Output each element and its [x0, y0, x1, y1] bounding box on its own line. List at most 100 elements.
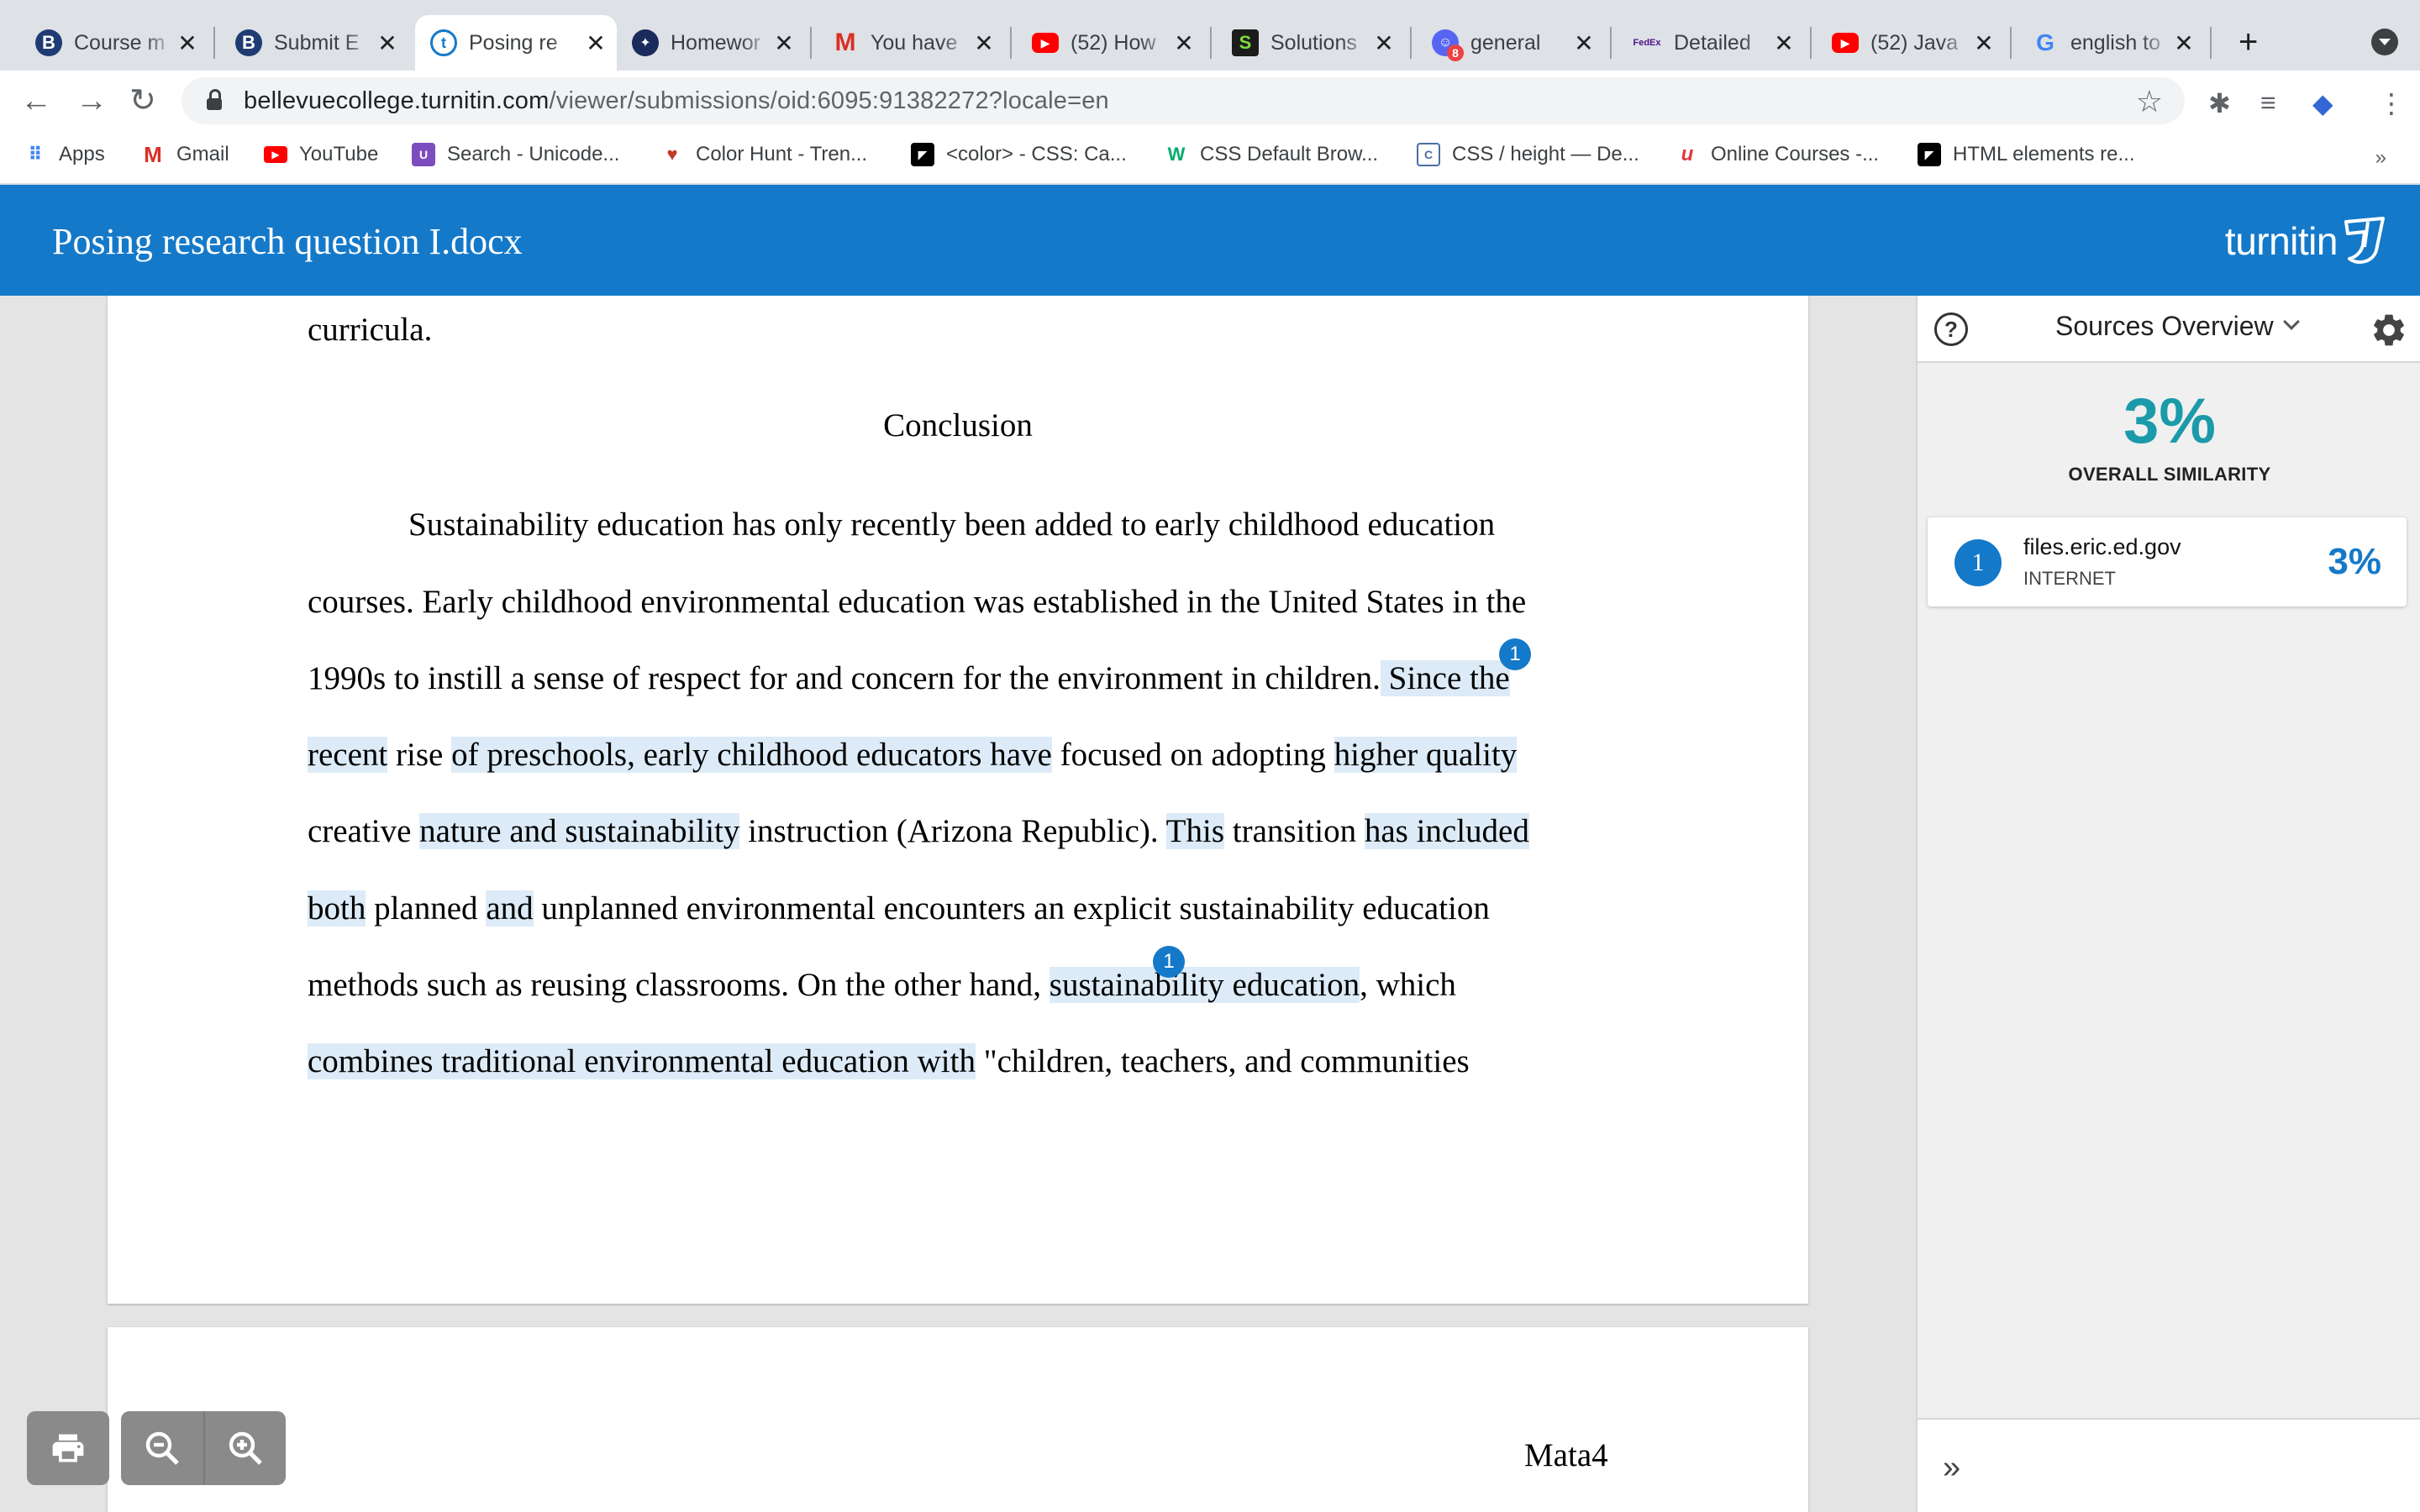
bookmark-label: Color Hunt - Tren... — [696, 143, 868, 165]
extensions-puzzle-icon[interactable]: ✱ — [2208, 87, 2231, 119]
browser-tab[interactable]: G english to ✕ — [2017, 15, 2205, 71]
close-icon[interactable]: ✕ — [971, 29, 997, 57]
gmail-icon: M — [834, 29, 856, 56]
browser-tab-active[interactable]: t Posing re ✕ — [415, 15, 617, 71]
match-highlight[interactable]: and — [486, 890, 534, 927]
printer-icon — [52, 1434, 84, 1462]
browser-tab[interactable]: B Submit E ✕ — [220, 15, 408, 71]
browser-tab[interactable]: S Solutions ✕ — [1217, 15, 1405, 71]
tab-separator — [1610, 27, 1612, 59]
browser-tab[interactable]: M You have ✕ — [817, 15, 1005, 71]
close-icon[interactable]: ✕ — [1971, 29, 1996, 57]
text-line: both planned and unplanned environmental… — [308, 890, 1490, 927]
browser-tab[interactable]: ✦ Homewor ✕ — [617, 15, 805, 71]
text-span: rise — [387, 737, 452, 773]
match-highlight[interactable]: has included — [1364, 813, 1529, 849]
match-highlight[interactable]: This — [1165, 813, 1224, 849]
google-icon: G — [2036, 29, 2054, 55]
sidebar-footer: » — [1918, 1418, 2420, 1512]
match-highlight[interactable]: combines traditional environmental educa… — [308, 1043, 976, 1079]
forward-arrow-icon[interactable]: → — [76, 82, 108, 119]
print-button[interactable] — [27, 1411, 109, 1485]
text-line: Sustainability education has only recent… — [408, 507, 1496, 543]
text-span: focused on adopting — [1051, 737, 1334, 773]
text-line: curricula. — [308, 312, 433, 348]
youtube-icon: ▶ — [1832, 33, 1859, 53]
close-icon[interactable]: ✕ — [1371, 29, 1397, 57]
address-bar[interactable]: bellevuecollege.turnitin.com/viewer/subm… — [182, 77, 2185, 124]
match-highlight[interactable]: recent — [308, 737, 388, 773]
zoom-out-button[interactable] — [121, 1411, 203, 1485]
document-viewer[interactable]: curricula. Conclusion Sustainability edu… — [0, 296, 1916, 1512]
overall-similarity-label: OVERALL SIMILARITY — [2068, 464, 2271, 485]
close-icon[interactable]: ✕ — [375, 29, 400, 57]
help-icon[interactable]: ? — [1934, 312, 1968, 346]
bookmark-w3schools[interactable]: W CSS Default Brow... — [1165, 143, 1378, 166]
tab-title: Submit E — [274, 30, 360, 55]
browser-tab[interactable]: ▶ (52) Java ✕ — [1817, 15, 2005, 71]
discord-icon: ☺ 8 — [1432, 29, 1464, 61]
tab-search-icon[interactable] — [2371, 29, 2398, 55]
sources-overview-dropdown[interactable]: Sources Overview — [2055, 311, 2300, 342]
turnitin-logo: turnitin — [2225, 213, 2390, 269]
tab-separator — [810, 27, 812, 59]
browser-tab[interactable]: FedEx Detailed ✕ — [1617, 15, 1805, 71]
turnitin-logo-icon — [2344, 217, 2385, 265]
browser-tab[interactable]: ▶ (52) How ✕ — [1017, 15, 1205, 71]
bookmark-youtube[interactable]: ▶ YouTube — [264, 143, 378, 166]
bookmark-mdn-color[interactable]: ◤ <color> - CSS: Ca... — [911, 143, 1127, 166]
tab-title: Detailed — [1674, 30, 1751, 55]
media-queue-icon[interactable]: ≡ — [2260, 87, 2276, 118]
extension-pen-icon[interactable]: ◆ — [2312, 87, 2333, 119]
sidebar-header: ? Sources Overview — [1918, 296, 2420, 363]
expand-panel-icon[interactable]: » — [1943, 1450, 1960, 1486]
gear-icon[interactable] — [2370, 311, 2408, 349]
zoom-controls — [121, 1411, 286, 1485]
close-icon[interactable]: ✕ — [1771, 29, 1797, 57]
browser-tab-strip: B Course m ✕ B Submit E ✕ t Posing re ✕ … — [0, 0, 2420, 71]
close-icon[interactable]: ✕ — [175, 29, 200, 57]
close-icon[interactable]: ✕ — [2171, 29, 2196, 57]
source-type: INTERNET — [2023, 568, 2116, 589]
bookmark-apps[interactable]: ⠿ Apps — [24, 143, 104, 166]
bookmark-label: Online Courses -... — [1711, 143, 1880, 165]
bookmark-unicode[interactable]: U Search - Unicode... — [412, 143, 619, 166]
close-icon[interactable]: ✕ — [1171, 29, 1197, 57]
close-icon[interactable]: ✕ — [771, 29, 797, 57]
tab-separator — [1810, 27, 1812, 59]
match-highlight[interactable]: sustainability education — [1049, 967, 1360, 1003]
mdn-icon: ◤ — [1918, 143, 1941, 166]
source-card[interactable]: 1 files.eric.ed.gov INTERNET 3% — [1928, 517, 2407, 606]
browser-tab[interactable]: ☺ 8 general ✕ — [1417, 15, 1605, 71]
match-highlight[interactable]: of preschools, early childhood educators… — [451, 737, 1052, 773]
back-arrow-icon[interactable]: ← — [20, 82, 52, 119]
bookmark-udemy[interactable]: u Online Courses -... — [1676, 143, 1879, 166]
tab-title: english to — [2070, 30, 2161, 55]
bookmark-colorhunt[interactable]: ♥ Color Hunt - Tren... — [660, 143, 867, 166]
bookmark-css-height[interactable]: C CSS / height — De... — [1417, 143, 1639, 166]
bookmark-star-icon[interactable]: ☆ — [2136, 84, 2163, 119]
match-marker[interactable]: 1 — [1499, 638, 1531, 670]
zoom-in-button[interactable] — [203, 1411, 286, 1485]
bookmark-gmail[interactable]: M Gmail — [141, 142, 229, 167]
match-highlight[interactable]: higher quality — [1334, 737, 1518, 773]
text-span: 1990s to instill a sense of respect for … — [308, 660, 1381, 696]
match-marker[interactable]: 1 — [1153, 946, 1185, 978]
bookmarks-overflow-icon[interactable]: » — [2375, 146, 2386, 170]
apps-grid-icon: ⠿ — [28, 144, 43, 165]
close-icon[interactable]: ✕ — [583, 29, 608, 57]
match-highlight[interactable]: both — [308, 890, 366, 927]
section-heading: Conclusion — [883, 407, 1033, 444]
match-highlight[interactable]: nature and sustainability — [419, 813, 740, 849]
bookmark-mdn-html[interactable]: ◤ HTML elements re... — [1918, 143, 2135, 166]
text-line: creative nature and sustainability instr… — [308, 812, 1529, 850]
reload-icon[interactable]: ↻ — [129, 82, 156, 119]
text-line: recent rise of preschools, early childho… — [308, 736, 1518, 774]
close-icon[interactable]: ✕ — [1571, 29, 1597, 57]
browser-tab[interactable]: B Course m ✕ — [20, 15, 208, 71]
sources-sidebar: ? Sources Overview 3% OVERALL SIMILARITY… — [1916, 296, 2420, 1512]
text-span: planned — [366, 890, 487, 927]
new-tab-button[interactable]: + — [2238, 22, 2258, 62]
match-highlight[interactable]: Since the — [1380, 660, 1510, 696]
kebab-menu-icon[interactable]: ⋮ — [2378, 87, 2405, 119]
